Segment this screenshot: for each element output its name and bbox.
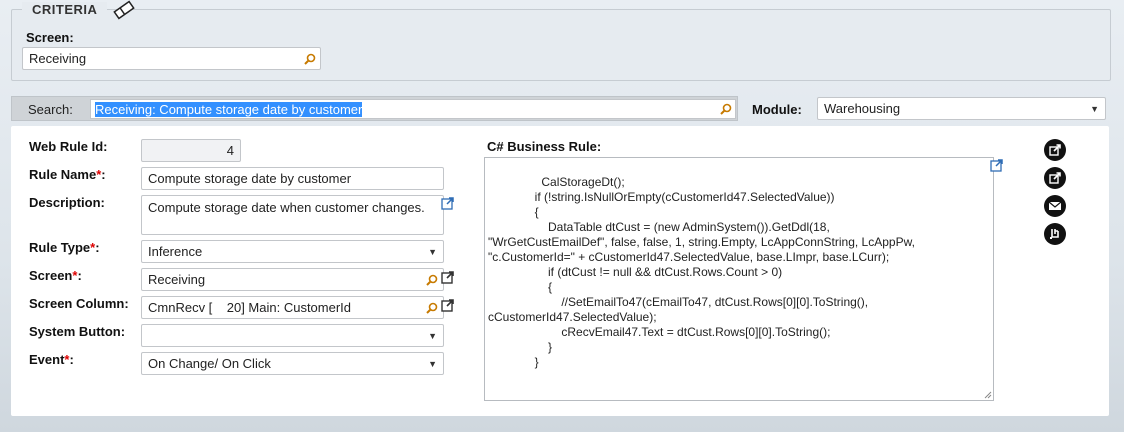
event-select[interactable]: On Change/ On Click ▼ [141, 352, 444, 375]
description-value: Compute storage date when customer chang… [148, 200, 425, 215]
search-label: Search: [28, 102, 73, 117]
module-label: Module: [752, 102, 802, 117]
rule-type-label: Rule Type*: [29, 240, 100, 255]
criteria-section [11, 9, 1111, 81]
module-value: Warehousing [824, 101, 901, 116]
screen-value: Receiving [148, 272, 206, 287]
open-external-icon [1049, 144, 1061, 156]
business-rule-code: CalStorageDt(); if (!string.IsNullOrEmpt… [488, 175, 915, 369]
description-label: Description: [29, 195, 105, 210]
search-icon[interactable] [425, 301, 439, 315]
expand-icon[interactable] [441, 196, 455, 210]
link-icon [1050, 229, 1059, 239]
chevron-down-icon: ▼ [428, 246, 437, 257]
system-button-label: System Button: [29, 324, 126, 339]
rule-type-select[interactable]: Inference ▼ [141, 240, 444, 263]
eraser-icon[interactable] [111, 0, 137, 20]
criteria-screen-label: Screen: [26, 30, 74, 45]
event-label: Event*: [29, 352, 74, 367]
criteria-legend: CRITERIA [22, 2, 108, 17]
search-input[interactable]: Receiving: Compute storage date by custo… [90, 99, 736, 119]
rule-name-value: Compute storage date by customer [148, 171, 352, 186]
rule-name-input[interactable]: Compute storage date by customer [141, 167, 444, 190]
email-button[interactable] [1044, 195, 1066, 217]
business-rule-textarea[interactable]: CalStorageDt(); if (!string.IsNullOrEmpt… [484, 157, 994, 401]
resize-handle-icon[interactable] [984, 391, 992, 399]
screen-column-value: CmnRecv [ 20] Main: CustomerId [148, 300, 352, 315]
screen-label: Screen*: [29, 268, 82, 283]
chevron-down-icon: ▼ [428, 330, 437, 341]
system-button-select[interactable]: ▼ [141, 324, 444, 347]
search-icon[interactable] [719, 102, 733, 116]
screen-column-input[interactable]: CmnRecv [ 20] Main: CustomerId [141, 296, 444, 319]
search-icon[interactable] [425, 273, 439, 287]
web-rule-id-value: 4 [226, 143, 234, 158]
open-external-button[interactable] [1044, 167, 1066, 189]
open-external-icon [1049, 172, 1061, 184]
chevron-down-icon: ▼ [428, 358, 437, 369]
rule-type-value: Inference [148, 244, 203, 259]
event-value: On Change/ On Click [148, 356, 271, 371]
search-bar: Search: Receiving: Compute storage date … [11, 96, 738, 121]
criteria-screen-input[interactable]: Receiving [22, 47, 321, 70]
envelope-icon [1048, 201, 1062, 210]
search-icon[interactable] [303, 52, 317, 66]
open-external-button[interactable] [1044, 139, 1066, 161]
chevron-down-icon: ▼ [1090, 103, 1099, 114]
description-textarea[interactable]: Compute storage date when customer chang… [141, 195, 444, 235]
open-external-icon[interactable] [441, 298, 455, 312]
screen-input[interactable]: Receiving [141, 268, 444, 291]
search-value: Receiving: Compute storage date by custo… [95, 101, 363, 117]
module-select[interactable]: Warehousing ▼ [817, 97, 1106, 120]
link-button[interactable] [1044, 223, 1066, 245]
web-rule-id-label: Web Rule Id: [29, 139, 108, 154]
open-external-icon[interactable] [441, 270, 455, 284]
rule-name-label: Rule Name*: [29, 167, 106, 182]
business-rule-label: C# Business Rule: [487, 139, 602, 154]
web-rule-id-field: 4 [141, 139, 241, 162]
criteria-screen-value: Receiving [29, 51, 87, 66]
expand-icon[interactable] [990, 158, 1004, 172]
screen-column-label: Screen Column: [29, 296, 129, 311]
